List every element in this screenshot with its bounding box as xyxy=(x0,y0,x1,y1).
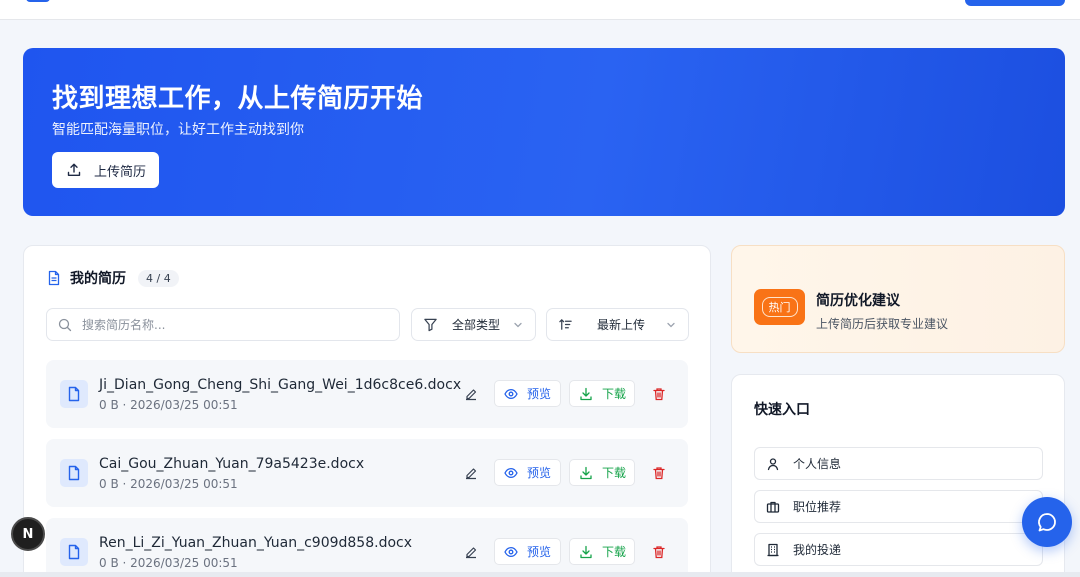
download-button[interactable]: 下载 xyxy=(569,380,635,407)
chat-button[interactable] xyxy=(1022,497,1072,547)
trash-icon[interactable] xyxy=(652,387,666,401)
resume-file-meta: 0 B · 2026/03/25 00:51 xyxy=(99,556,238,570)
resume-file-name[interactable]: Cai_Gou_Zhuan_Yuan_79a5423e.docx xyxy=(99,456,364,472)
document-icon xyxy=(48,270,60,286)
hero-title: 找到理想工作，从上传简历开始 xyxy=(52,84,424,114)
hero-subtitle: 智能匹配海量职位，让好工作主动找到你 xyxy=(52,122,304,138)
resume-file-name[interactable]: Ren_Li_Zi_Yuan_Zhuan_Yuan_c909d858.docx xyxy=(99,535,412,551)
upload-resume-label: 上传简历 xyxy=(94,164,147,180)
eye-icon xyxy=(504,546,518,557)
quick-link-label: 职位推荐 xyxy=(793,500,842,514)
sort-value: 最新上传 xyxy=(597,318,646,332)
trash-icon[interactable] xyxy=(652,466,666,480)
app-logo[interactable] xyxy=(26,0,50,2)
hot-badge: 热门 xyxy=(754,289,805,325)
chat-bubble-icon xyxy=(1038,513,1056,532)
download-icon xyxy=(580,387,592,400)
hot-badge-label: 热门 xyxy=(761,297,798,317)
resume-count-badge: 4 / 4 xyxy=(138,269,179,287)
preview-label: 预览 xyxy=(527,466,552,480)
file-icon xyxy=(60,459,88,487)
type-filter-select[interactable]: 全部类型 xyxy=(411,308,536,341)
resume-file-name[interactable]: Ji_Dian_Gong_Cheng_Shi_Gang_Wei_1d6c8ce6… xyxy=(99,377,461,393)
trash-icon[interactable] xyxy=(652,545,666,559)
sort-icon xyxy=(559,318,572,330)
resume-file-meta: 0 B · 2026/03/25 00:51 xyxy=(99,477,238,491)
quick-links-title: 快速入口 xyxy=(754,402,810,418)
resume-row: Cai_Gou_Zhuan_Yuan_79a5423e.docx 0 B · 2… xyxy=(46,439,688,507)
user-icon xyxy=(767,457,779,470)
sort-select[interactable]: 最新上传 xyxy=(546,308,689,341)
chevron-down-icon xyxy=(514,322,522,327)
edit-icon[interactable] xyxy=(464,466,478,480)
filter-icon xyxy=(424,318,437,332)
my-resumes-header: 我的简历 4 / 4 xyxy=(46,268,179,288)
window-bottom-edge xyxy=(0,572,1080,577)
navbar-action-button[interactable] xyxy=(965,0,1065,6)
resume-row: Ren_Li_Zi_Yuan_Zhuan_Yuan_c909d858.docx … xyxy=(46,518,688,577)
quick-link-label: 个人信息 xyxy=(793,457,842,471)
quick-links-card: 快速入口 个人信息 职位推荐 我的投递 xyxy=(731,374,1065,577)
resume-search-input[interactable] xyxy=(82,317,382,332)
hero-banner: 找到理想工作，从上传简历开始 智能匹配海量职位，让好工作主动找到你 上传简历 xyxy=(23,48,1065,216)
tips-title: 简历优化建议 xyxy=(816,293,900,309)
edit-icon[interactable] xyxy=(464,387,478,401)
download-button[interactable]: 下载 xyxy=(569,538,635,565)
resume-file-meta: 0 B · 2026/03/25 00:51 xyxy=(99,398,238,412)
download-icon xyxy=(580,545,592,558)
edit-icon[interactable] xyxy=(464,545,478,559)
my-resumes-title: 我的简历 xyxy=(70,271,126,287)
preview-label: 预览 xyxy=(527,387,552,401)
download-label: 下载 xyxy=(602,545,627,559)
resume-row: Ji_Dian_Gong_Cheng_Shi_Gang_Wei_1d6c8ce6… xyxy=(46,360,688,428)
quick-link-applications[interactable]: 我的投递 xyxy=(754,533,1043,566)
upload-resume-button[interactable]: 上传简历 xyxy=(52,152,159,188)
download-label: 下载 xyxy=(602,466,627,480)
quick-link-profile[interactable]: 个人信息 xyxy=(754,447,1043,480)
download-label: 下载 xyxy=(602,387,627,401)
upload-icon xyxy=(67,163,81,176)
resume-search-box[interactable] xyxy=(46,308,400,341)
n-badge-button[interactable]: N xyxy=(11,517,45,551)
top-navbar xyxy=(0,0,1080,20)
preview-button[interactable]: 预览 xyxy=(494,380,561,407)
preview-label: 预览 xyxy=(527,545,552,559)
eye-icon xyxy=(504,467,518,478)
download-button[interactable]: 下载 xyxy=(569,459,635,486)
quick-link-jobs[interactable]: 职位推荐 xyxy=(754,490,1043,523)
my-resumes-card: 我的简历 4 / 4 全部类型 最新上传 Ji_Dian_Gong_Cheng_… xyxy=(23,245,711,577)
chevron-down-icon xyxy=(667,322,675,327)
resume-tips-card[interactable]: 热门 简历优化建议 上传简历后获取专业建议 xyxy=(731,245,1065,353)
tips-subtitle: 上传简历后获取专业建议 xyxy=(816,317,949,331)
file-icon xyxy=(60,380,88,408)
building-icon xyxy=(767,543,779,556)
file-icon xyxy=(60,538,88,566)
download-icon xyxy=(580,466,592,479)
preview-button[interactable]: 预览 xyxy=(494,459,561,486)
briefcase-icon xyxy=(766,501,780,513)
preview-button[interactable]: 预览 xyxy=(494,538,561,565)
type-filter-value: 全部类型 xyxy=(452,318,501,332)
search-icon xyxy=(58,318,72,331)
eye-icon xyxy=(504,388,518,399)
quick-link-label: 我的投递 xyxy=(793,543,842,557)
